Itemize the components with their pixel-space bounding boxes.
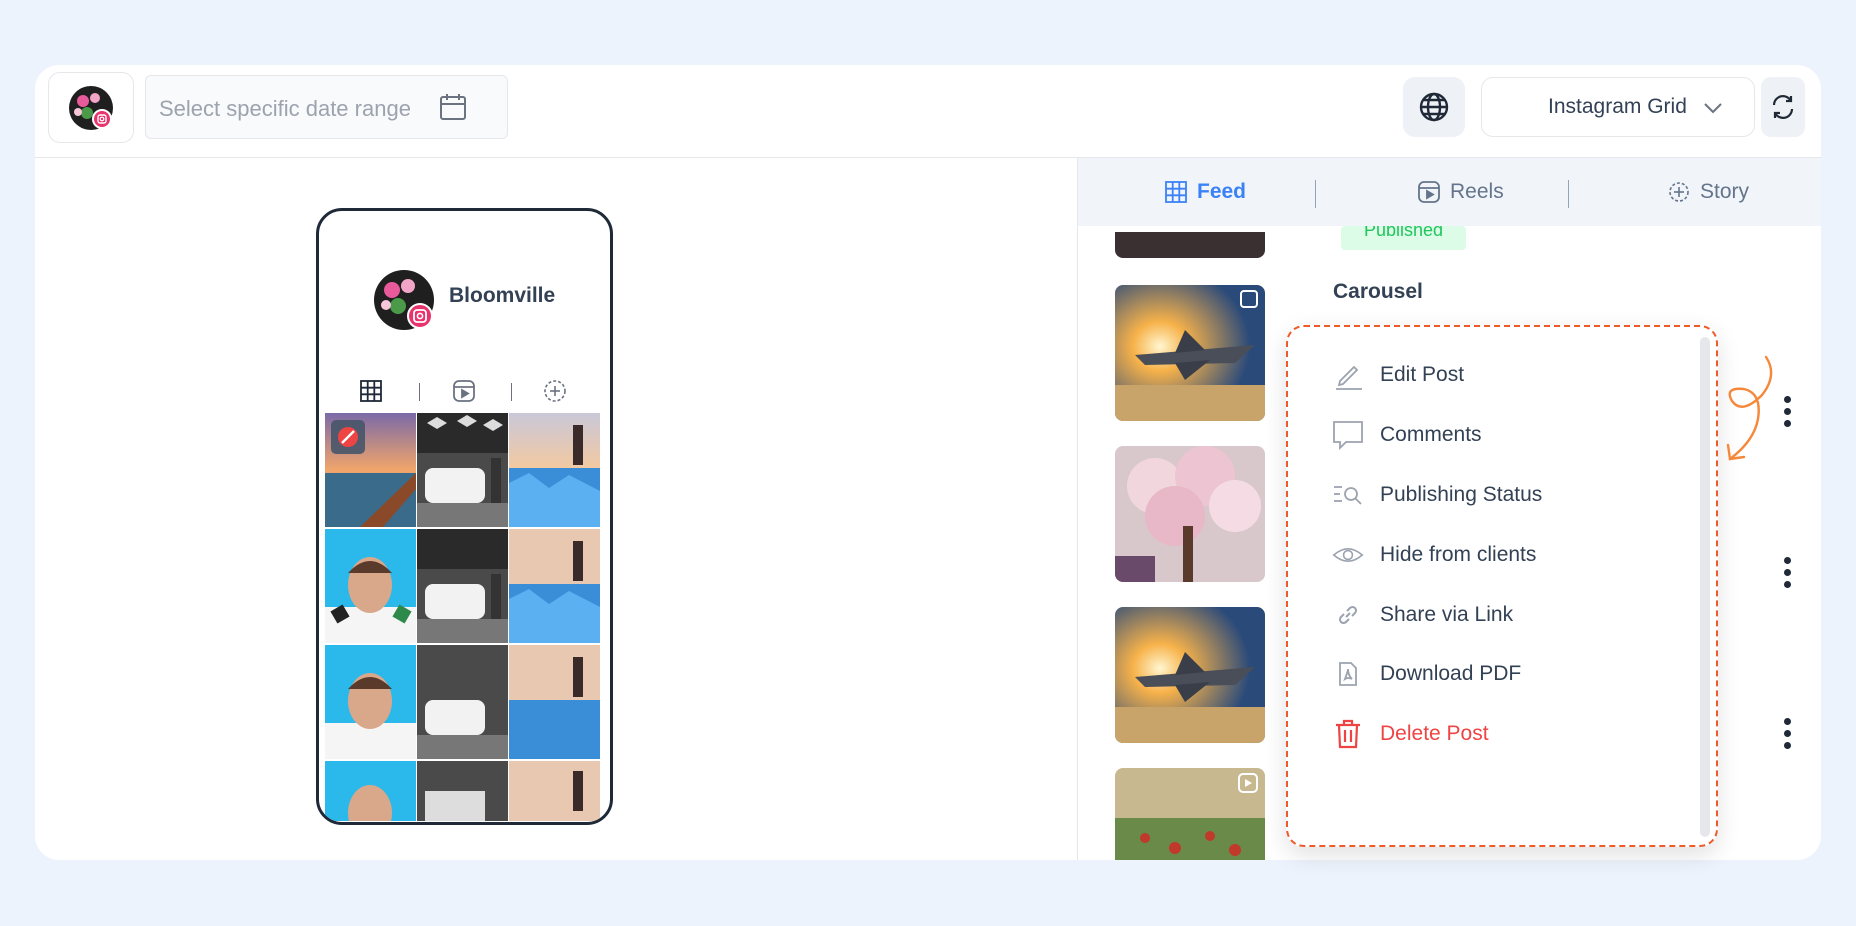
menu-item-delete-post[interactable]: Delete Post (1332, 718, 1489, 750)
post-thumbnail[interactable] (1115, 607, 1265, 743)
reels-icon[interactable] (452, 379, 476, 403)
account-avatar (69, 86, 113, 130)
menu-item-edit-post[interactable]: Edit Post (1332, 359, 1464, 391)
menu-item-share-via-link[interactable]: Share via Link (1332, 599, 1513, 631)
more-options-icon[interactable] (1784, 718, 1794, 754)
menu-item-publishing-status[interactable]: Publishing Status (1332, 479, 1542, 511)
comment-icon (1333, 421, 1363, 451)
story-icon (1669, 182, 1689, 202)
pdf-icon (1339, 662, 1357, 686)
view-selector[interactable]: Instagram Grid (1481, 77, 1755, 137)
pencil-icon (1336, 365, 1362, 390)
grid-post[interactable] (325, 413, 416, 527)
post-thumbnail[interactable] (1115, 285, 1265, 421)
grid-post[interactable] (509, 529, 600, 643)
grid-post[interactable] (417, 645, 508, 759)
more-options-icon[interactable] (1784, 557, 1794, 593)
menu-item-comments[interactable]: Comments (1332, 419, 1482, 451)
tab-story[interactable]: Story (1668, 180, 1749, 204)
post-thumbnail[interactable] (1115, 768, 1265, 860)
reels-icon (1418, 181, 1440, 203)
grid-post[interactable] (417, 413, 508, 527)
post-thumbnail[interactable] (1115, 446, 1265, 582)
tab-feed-label: Feed (1197, 180, 1247, 203)
grid-post[interactable] (509, 761, 600, 821)
tab-feed[interactable]: Feed (1165, 180, 1246, 204)
refresh-button[interactable] (1761, 77, 1805, 137)
profile-avatar (374, 270, 434, 330)
status-search-icon (1334, 486, 1362, 505)
date-range-input[interactable]: Select specific date range (145, 75, 508, 139)
grid-post[interactable] (509, 413, 600, 527)
grid-post[interactable] (509, 645, 600, 759)
grid-post[interactable] (325, 645, 416, 759)
more-options-icon[interactable] (1784, 396, 1794, 432)
trash-icon (1336, 719, 1360, 749)
tab-reels-label: Reels (1450, 180, 1504, 203)
profile-name: Bloomville (449, 284, 556, 307)
story-icon[interactable] (543, 379, 567, 403)
phone-preview: Bloomville (316, 208, 613, 825)
refresh-icon (1772, 95, 1794, 119)
status-badge: Published (1341, 226, 1466, 250)
language-button[interactable] (1403, 77, 1465, 137)
toolbar: Select specific date range Instagram Gri… (35, 65, 1821, 158)
chevron-down-icon (1704, 103, 1722, 114)
grid-post[interactable] (325, 529, 416, 643)
grid-post[interactable] (325, 761, 416, 821)
view-selector-label: Instagram Grid (1548, 95, 1687, 118)
menu-item-download-pdf[interactable]: Download PDF (1332, 658, 1521, 690)
menu-scrollbar[interactable] (1700, 337, 1710, 837)
grid-icon[interactable] (359, 379, 383, 403)
menu-item-hide-from-clients[interactable]: Hide from clients (1332, 539, 1536, 571)
tab-story-label: Story (1700, 180, 1750, 203)
content-type-tabs: Feed Reels Story (1078, 158, 1821, 226)
eye-icon (1332, 547, 1364, 563)
post-thumbnail[interactable] (1115, 232, 1265, 258)
date-range-placeholder: Select specific date range (159, 96, 411, 121)
grid-post[interactable] (417, 761, 508, 821)
tab-reels[interactable]: Reels (1418, 180, 1504, 204)
calendar-icon (440, 94, 466, 120)
post-type-label: Carousel (1333, 280, 1423, 303)
account-selector[interactable] (48, 72, 134, 143)
preview-tabs (319, 376, 610, 406)
globe-icon (1419, 92, 1449, 122)
grid-icon (1165, 181, 1187, 203)
grid-post[interactable] (417, 529, 508, 643)
link-icon (1338, 605, 1358, 625)
annotation-arrow-icon (1726, 355, 1773, 461)
post-context-menu: Edit Post Comments Publishing Status Hid… (1286, 325, 1718, 847)
